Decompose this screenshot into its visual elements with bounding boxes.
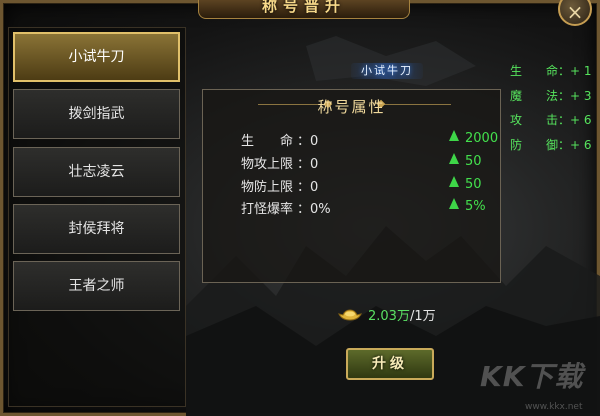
sidebar-item-xiaoshiniudao[interactable]: 小试牛刀 — [13, 32, 180, 82]
title-sidebar: 小试牛刀 拨剑指武 壮志凌云 封侯拜将 王者之师 — [8, 27, 186, 407]
attr-label: 生 命 — [241, 134, 294, 149]
attr-row-hp: 生 命：0 — [241, 130, 319, 149]
attr-bonus-value: 50 — [465, 154, 482, 169]
sidebar-item-label: 壮志凌云 — [68, 164, 125, 180]
attr-label: 打怪爆率 — [241, 202, 294, 217]
close-icon: × — [566, 0, 584, 24]
cost-required: /1万 — [409, 309, 436, 324]
stat-mp: 魔 法：+ 3 — [510, 88, 592, 103]
stat-hp: 生 命：+ 1 — [510, 64, 592, 78]
gold-ingot-icon — [338, 309, 362, 321]
sidebar-item-label: 小试牛刀 — [68, 49, 125, 65]
current-stats-list: 生 命：+ 1 魔 法：+ 3 攻 击：+ 6 防 御：+ 6 — [510, 62, 598, 161]
sidebar-item-wangzhezhishi[interactable]: 王者之师 — [13, 261, 180, 311]
attr-value: ：0 — [297, 134, 319, 149]
attr-bonus-drop-rate: 5% — [449, 198, 486, 216]
attr-label: 物攻上限 — [241, 157, 294, 172]
sidebar-item-zhuangzhilingyun[interactable]: 壮志凌云 — [13, 147, 180, 197]
attr-bonus-phys-atk: 50 — [449, 153, 482, 171]
cost-owned: 2.03万 — [368, 309, 410, 324]
attr-bonus-value: 5% — [465, 199, 486, 214]
sidebar-item-label: 封侯拜将 — [68, 221, 125, 237]
attr-value: ：0 — [297, 180, 319, 195]
sidebar-item-bajianzhiwu[interactable]: 拨剑指武 — [13, 89, 180, 139]
attribute-panel-title: 称号属性 — [317, 98, 386, 116]
attr-bonus-value: 2000 — [465, 131, 499, 146]
attr-value: ：0% — [297, 202, 331, 217]
stat-attack: 攻 击：+ 6 — [510, 113, 592, 128]
watermark-url: www.kkx.net — [525, 402, 583, 412]
window-title: 称号晋升 — [198, 0, 410, 19]
upgrade-button[interactable]: 升级 — [346, 348, 434, 380]
attr-row-drop-rate: 打怪爆率 ：0% — [241, 198, 331, 217]
sidebar-item-label: 拨剑指武 — [68, 106, 125, 122]
watermark-logo: KK下载 — [480, 360, 584, 393]
sidebar-item-label: 王者之师 — [68, 278, 125, 294]
stage-name-label: 小试牛刀 — [351, 63, 423, 79]
attribute-panel: 称号属性 生 命：0 2000 物攻上限 ：0 50 物防上限 ：0 50 打怪爆率… — [202, 89, 501, 283]
up-arrow-icon — [449, 176, 459, 187]
attr-bonus-hp: 2000 — [449, 130, 498, 148]
attr-value: ：0 — [297, 157, 319, 172]
attr-row-phys-atk: 物攻上限 ：0 — [241, 153, 319, 172]
up-arrow-icon — [449, 153, 459, 164]
attr-label: 物防上限 — [241, 180, 294, 195]
window-title-text: 称号晋升 — [261, 0, 346, 15]
upgrade-cost: 2.03万/1万 — [338, 305, 436, 324]
up-arrow-icon — [449, 130, 459, 141]
up-arrow-icon — [449, 198, 459, 209]
attr-row-phys-def: 物防上限 ：0 — [241, 176, 319, 195]
sidebar-item-fenghoubaijiang[interactable]: 封侯拜将 — [13, 204, 180, 254]
attr-bonus-value: 50 — [465, 177, 482, 192]
stat-defense: 防 御：+ 6 — [510, 138, 592, 153]
attr-bonus-phys-def: 50 — [449, 176, 482, 194]
